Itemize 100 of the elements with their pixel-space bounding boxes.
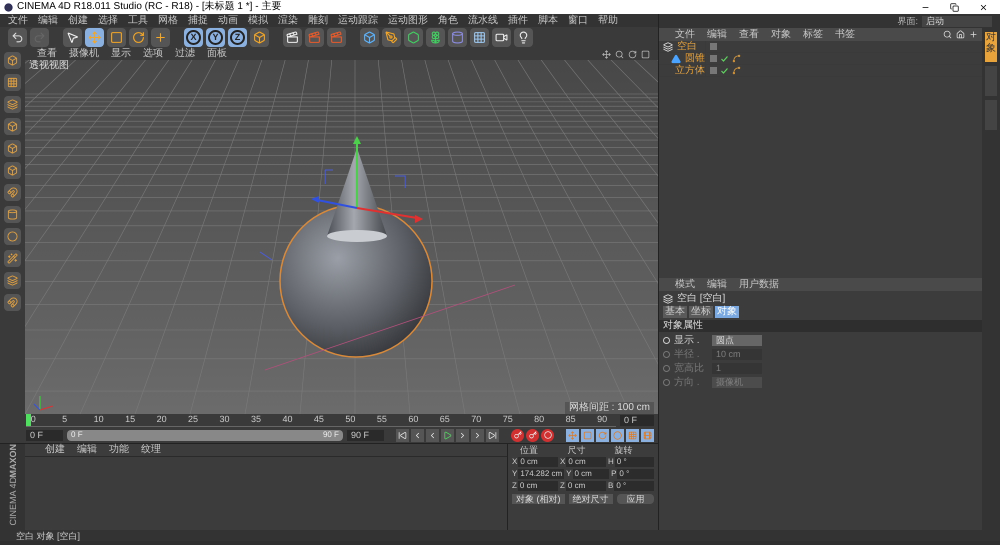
- menu-item[interactable]: 工具: [128, 14, 148, 27]
- light-button[interactable]: [514, 28, 533, 48]
- current-frame-field[interactable]: 0 F: [620, 415, 654, 426]
- pan-icon[interactable]: [602, 50, 611, 59]
- menu-item[interactable]: 纹理: [141, 444, 161, 456]
- timeline-ruler[interactable]: 0 5 10 15 20 25 30 35 40 45 50 55 60 65 70 75 80 85 90: [26, 414, 616, 428]
- menu-item[interactable]: 编辑: [77, 444, 97, 456]
- menu-item[interactable]: 雕刻: [308, 14, 328, 27]
- playback-button[interactable]: [441, 428, 454, 442]
- menu-item[interactable]: 编辑: [38, 14, 58, 27]
- keyframe-button[interactable]: [526, 428, 539, 442]
- menu-item[interactable]: 插件: [508, 14, 528, 27]
- zoom-icon[interactable]: [615, 50, 624, 59]
- playback-button[interactable]: [396, 428, 409, 442]
- key-type-button[interactable]: [641, 428, 654, 442]
- menu-item[interactable]: 选项: [143, 48, 163, 60]
- end-frame-field[interactable]: 90 F: [346, 430, 384, 441]
- playback-button[interactable]: [471, 428, 484, 442]
- menu-item[interactable]: 文件: [675, 28, 695, 40]
- coordinate-field[interactable]: 0 cm: [518, 457, 558, 468]
- coordinate-field[interactable]: 174.282 cm: [518, 469, 564, 480]
- camera-button[interactable]: [492, 28, 511, 48]
- attribute-tab[interactable]: 坐标: [689, 306, 713, 318]
- palette-button[interactable]: [4, 206, 21, 224]
- palette-button[interactable]: [4, 250, 21, 268]
- coordinate-field[interactable]: 0 cm: [572, 469, 610, 480]
- coordinate-system-button[interactable]: [250, 28, 269, 48]
- tag-icon[interactable]: [732, 66, 741, 75]
- menu-item[interactable]: 编辑: [707, 278, 727, 290]
- palette-button[interactable]: [4, 162, 21, 180]
- menu-item[interactable]: 过滤: [175, 48, 195, 60]
- pen-button[interactable]: [382, 28, 401, 48]
- playback-button[interactable]: [426, 428, 439, 442]
- coordinate-mode-dropdown[interactable]: 对象 (相对): [512, 494, 564, 504]
- deformer-button[interactable]: [448, 28, 467, 48]
- menu-item[interactable]: 面板: [207, 48, 227, 60]
- coordinate-field[interactable]: 0 cm: [566, 481, 606, 492]
- tool-button[interactable]: [107, 28, 126, 48]
- tool-button[interactable]: [129, 28, 148, 48]
- menu-item[interactable]: 创建: [45, 444, 65, 456]
- subdivision-button[interactable]: [404, 28, 423, 48]
- palette-button[interactable]: [4, 96, 21, 114]
- menu-item[interactable]: 模拟: [248, 14, 268, 27]
- keyframe-button[interactable]: [541, 428, 554, 442]
- key-type-button[interactable]: [611, 428, 624, 442]
- key-type-button[interactable]: [581, 428, 594, 442]
- menu-item[interactable]: 文件: [8, 14, 28, 27]
- object-name[interactable]: 空白: [677, 41, 697, 52]
- cloner-button[interactable]: [426, 28, 445, 48]
- layout-dropdown[interactable]: 启动: [922, 16, 992, 26]
- palette-button[interactable]: [4, 118, 21, 136]
- palette-button[interactable]: [4, 52, 21, 70]
- key-type-button[interactable]: [596, 428, 609, 442]
- menu-item[interactable]: 运动跟踪: [338, 14, 378, 27]
- tag-icon[interactable]: [732, 54, 741, 63]
- menu-item[interactable]: 查看: [37, 48, 57, 60]
- menu-item[interactable]: 网格: [158, 14, 178, 27]
- palette-button[interactable]: [4, 294, 21, 312]
- menu-item[interactable]: 对象: [771, 28, 791, 40]
- coordinate-field[interactable]: 0 °: [614, 457, 654, 468]
- restore-icon[interactable]: [950, 2, 959, 12]
- side-tab[interactable]: 对象: [985, 32, 997, 62]
- key-type-button[interactable]: [566, 428, 579, 442]
- menu-item[interactable]: 帮助: [598, 14, 618, 27]
- menu-item[interactable]: 创建: [68, 14, 88, 27]
- menu-item[interactable]: 摄像机: [69, 48, 99, 60]
- new-view-icon[interactable]: [969, 30, 978, 39]
- axis-lock-button[interactable]: Z: [228, 28, 247, 48]
- playhead[interactable]: [26, 414, 31, 426]
- undo-button[interactable]: [8, 28, 27, 48]
- dropdown-field[interactable]: 圆点: [712, 334, 762, 346]
- menu-item[interactable]: 用户数据: [739, 278, 779, 290]
- menu-item[interactable]: 脚本: [538, 14, 558, 27]
- floor-button[interactable]: [470, 28, 489, 48]
- render-button[interactable]: [283, 28, 302, 48]
- playback-button[interactable]: [411, 428, 424, 442]
- menu-item[interactable]: 捕捉: [188, 14, 208, 27]
- menu-item[interactable]: 渲染: [278, 14, 298, 27]
- menu-item[interactable]: 流水线: [468, 14, 498, 27]
- menu-item[interactable]: 标签: [803, 28, 823, 40]
- menu-item[interactable]: 显示: [111, 48, 131, 60]
- playback-button[interactable]: [456, 428, 469, 442]
- apply-button[interactable]: 应用: [616, 494, 654, 504]
- orbit-icon[interactable]: [628, 50, 637, 59]
- menu-item[interactable]: 动画: [218, 14, 238, 27]
- menu-item[interactable]: 角色: [438, 14, 458, 27]
- menu-item[interactable]: 模式: [675, 278, 695, 290]
- menu-item[interactable]: 选择: [98, 14, 118, 27]
- menu-item[interactable]: 查看: [739, 28, 759, 40]
- palette-button[interactable]: [4, 140, 21, 158]
- start-frame-field[interactable]: 0 F: [26, 430, 64, 441]
- tool-button[interactable]: [151, 28, 170, 48]
- coordinate-field[interactable]: 0 °: [617, 469, 654, 480]
- axis-lock-button[interactable]: X: [184, 28, 203, 48]
- home-icon[interactable]: [956, 30, 965, 39]
- tool-button[interactable]: [85, 28, 104, 48]
- menu-item[interactable]: 书签: [835, 28, 855, 40]
- keyframe-button[interactable]: [511, 428, 524, 442]
- palette-button[interactable]: [4, 272, 21, 290]
- menu-item[interactable]: 功能: [109, 444, 129, 456]
